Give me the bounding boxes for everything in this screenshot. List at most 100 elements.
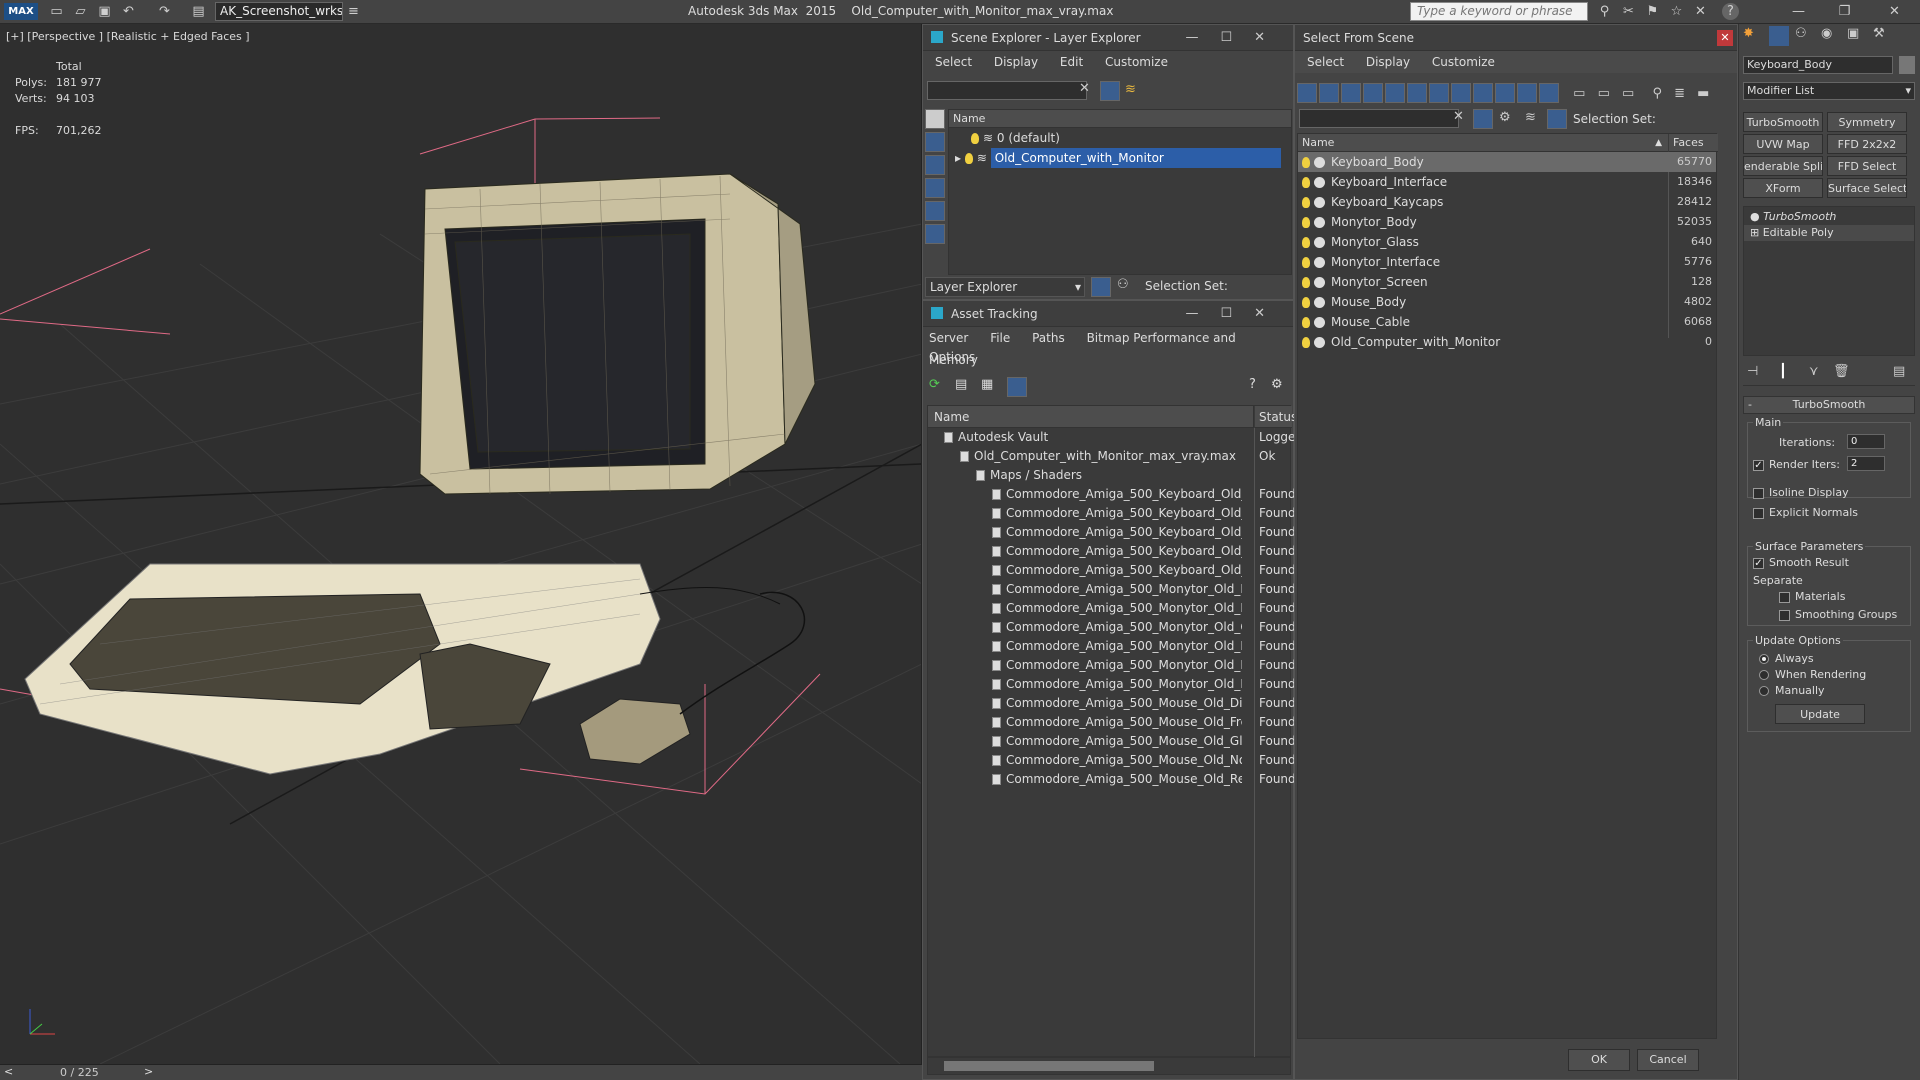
new-file-icon[interactable]: ▭ bbox=[48, 3, 65, 20]
spacewarps-filter-icon[interactable] bbox=[1407, 83, 1427, 103]
scrollbar-thumb[interactable] bbox=[944, 1061, 1154, 1071]
sort-by-layer-icon[interactable] bbox=[1091, 277, 1111, 297]
make-unique-icon[interactable]: ⋎ bbox=[1809, 364, 1819, 379]
layer-row[interactable]: ≋ 0 (default) bbox=[949, 128, 1291, 148]
manually-radio[interactable] bbox=[1759, 686, 1769, 696]
update-button[interactable]: Update bbox=[1775, 704, 1865, 724]
asset-horizontal-scrollbar[interactable] bbox=[927, 1057, 1291, 1075]
window-controls[interactable]: —☐✕ bbox=[1185, 301, 1287, 327]
smooth-result-checkbox[interactable]: ✓ bbox=[1753, 558, 1764, 569]
stack-item-editable-poly[interactable]: ⊞ Editable Poly bbox=[1744, 225, 1914, 241]
settings-icon[interactable]: ⚙ bbox=[1271, 377, 1283, 392]
utilities-tab-icon[interactable]: ⚒ bbox=[1873, 26, 1885, 41]
lightbulb-icon[interactable] bbox=[1302, 177, 1310, 188]
lightbulb-icon[interactable] bbox=[1302, 317, 1310, 328]
menu-paths[interactable]: Paths bbox=[1032, 331, 1065, 345]
table-view-icon[interactable] bbox=[1007, 377, 1027, 397]
help-icon[interactable]: ? bbox=[1249, 377, 1256, 392]
shapes-icon[interactable] bbox=[925, 132, 945, 152]
redo-icon[interactable]: ↷ bbox=[156, 3, 173, 20]
asset-row[interactable]: Commodore_Amiga_500_Monytor_Old_Fr... Fou… bbox=[928, 599, 1296, 618]
asset-row[interactable]: Commodore_Amiga_500_Monytor_Old_Gl... Fou… bbox=[928, 618, 1296, 637]
ok-button[interactable]: OK bbox=[1568, 1049, 1630, 1071]
lightbulb-icon[interactable] bbox=[1302, 157, 1310, 168]
help-icon[interactable]: ? bbox=[1722, 3, 1739, 20]
materials-checkbox[interactable] bbox=[1779, 592, 1790, 603]
render-iters-checkbox[interactable]: ✓ bbox=[1753, 460, 1764, 471]
xrefs-filter-icon[interactable] bbox=[1451, 83, 1471, 103]
asset-tracking-titlebar[interactable]: Asset Tracking —☐✕ bbox=[923, 301, 1293, 327]
scene-object-row[interactable]: Monytor_Screen 128 bbox=[1298, 272, 1716, 292]
close-tools-icon[interactable]: ✕ bbox=[1692, 3, 1709, 20]
scene-explorer-titlebar[interactable]: Scene Explorer - Layer Explorer —☐✕ bbox=[923, 25, 1293, 51]
tools-icon[interactable]: ✂ bbox=[1620, 3, 1637, 20]
close-icon[interactable]: ✕ bbox=[1717, 30, 1733, 46]
open-folder-icon[interactable]: ▱ bbox=[72, 3, 89, 20]
asset-row[interactable]: Commodore_Amiga_500_Keyboard_Old_G... Fou… bbox=[928, 523, 1296, 542]
workspace-dropdown[interactable]: AK_Screenshot_wrksp ▾ bbox=[215, 2, 343, 21]
motion-tab-icon[interactable]: ◉ bbox=[1821, 26, 1832, 41]
search-input[interactable]: Type a keyword or phrase bbox=[1410, 2, 1588, 21]
when-rendering-radio[interactable] bbox=[1759, 670, 1769, 680]
helpers-icon[interactable] bbox=[925, 201, 945, 221]
undo-icon[interactable]: ↶ bbox=[120, 3, 137, 20]
time-slider[interactable]: < 0 / 225 > bbox=[0, 1064, 922, 1080]
menu-server[interactable]: Server bbox=[929, 331, 968, 345]
display-tab-icon[interactable]: ▣ bbox=[1847, 26, 1859, 41]
prev-frame-button[interactable]: < bbox=[4, 1065, 13, 1078]
shapes-filter-icon[interactable] bbox=[1319, 83, 1339, 103]
sfs-name-header[interactable]: Name ▲ bbox=[1298, 134, 1668, 152]
select-invert-icon[interactable]: ▭ bbox=[1622, 86, 1634, 101]
binoculars-icon[interactable]: ⚲ bbox=[1596, 3, 1613, 20]
object-color-swatch[interactable] bbox=[1899, 56, 1915, 74]
next-frame-button[interactable]: > bbox=[144, 1065, 153, 1078]
asset-row[interactable]: Commodore_Amiga_500_Mouse_Old_Nor... Foun… bbox=[928, 751, 1296, 770]
cancel-button[interactable]: Cancel bbox=[1637, 1049, 1699, 1071]
asset-row[interactable]: Commodore_Amiga_500_Monytor_Old_Di... Fou… bbox=[928, 580, 1296, 599]
filter-icon[interactable] bbox=[1100, 81, 1120, 101]
asset-row[interactable]: Commodore_Amiga_500_Keyboard_Old_D... Fou… bbox=[928, 485, 1296, 504]
menu-select[interactable]: Select bbox=[935, 55, 972, 69]
lightbulb-icon[interactable] bbox=[971, 133, 979, 144]
helpers-filter-icon[interactable] bbox=[1385, 83, 1405, 103]
clear-search-icon[interactable]: ✕ bbox=[1079, 81, 1090, 96]
lightbulb-icon[interactable] bbox=[1302, 197, 1310, 208]
find-case-icon[interactable]: ⚙ bbox=[1499, 110, 1511, 125]
uvw-map-button[interactable]: UVW Map bbox=[1743, 134, 1823, 154]
pin-stack-icon[interactable]: ⊣ bbox=[1747, 364, 1758, 379]
explicit-normals-checkbox[interactable] bbox=[1753, 508, 1764, 519]
lights-filter-icon[interactable] bbox=[1341, 83, 1361, 103]
remove-modifier-icon[interactable]: 🗑 bbox=[1833, 364, 1850, 379]
restore-icon[interactable]: ❐ bbox=[1836, 3, 1853, 20]
asset-row[interactable]: Old_Computer_with_Monitor_max_vray.max Ok bbox=[928, 447, 1290, 466]
show-end-result-icon[interactable]: ┃ bbox=[1779, 364, 1787, 379]
layer-name-header[interactable]: Name bbox=[949, 110, 1291, 128]
frozen-filter-icon[interactable] bbox=[1517, 83, 1537, 103]
menu-select[interactable]: Select bbox=[1307, 55, 1344, 69]
window-controls[interactable]: —☐✕ bbox=[1185, 25, 1287, 51]
hierarchy-tab-icon[interactable]: ⚇ bbox=[1795, 26, 1807, 41]
scene-search-input[interactable] bbox=[927, 81, 1087, 100]
select-all-icon[interactable]: ▭ bbox=[1573, 86, 1585, 101]
configure-sets-icon[interactable]: ▤ bbox=[1893, 364, 1905, 379]
asset-row[interactable]: Commodore_Amiga_500_Keyboard_Old_F... Fou… bbox=[928, 504, 1296, 523]
scene-object-row[interactable]: Monytor_Interface 5776 bbox=[1298, 252, 1716, 272]
select-none-icon[interactable]: ▭ bbox=[1598, 86, 1610, 101]
cameras-filter-icon[interactable] bbox=[1363, 83, 1383, 103]
scene-object-row[interactable]: Old_Computer_with_Monitor 0 bbox=[1298, 332, 1716, 352]
asset-row[interactable]: Commodore_Amiga_500_Keyboard_Old_R... Fou… bbox=[928, 561, 1296, 580]
groups-filter-icon[interactable] bbox=[1429, 83, 1449, 103]
render-iters-spinner[interactable]: 2 bbox=[1847, 456, 1885, 471]
collapse-icon[interactable]: ▬ bbox=[1697, 86, 1709, 101]
max-logo-icon[interactable]: MAX bbox=[4, 3, 38, 20]
clear-search-icon[interactable]: ✕ bbox=[1453, 109, 1464, 124]
lights-icon[interactable] bbox=[925, 155, 945, 175]
asset-name-header[interactable]: Name bbox=[928, 406, 1254, 428]
scene-object-row[interactable]: Mouse_Body 4802 bbox=[1298, 292, 1716, 312]
filter-funnel-icon[interactable]: ⚲ bbox=[1652, 86, 1662, 101]
asset-row[interactable]: Maps / Shaders bbox=[928, 466, 1290, 485]
menu-options[interactable]: Options bbox=[929, 350, 975, 364]
asset-status-header[interactable]: Status bbox=[1255, 406, 1297, 428]
hidden-filter-icon[interactable] bbox=[1539, 83, 1559, 103]
refresh-icon[interactable]: ⟳ bbox=[929, 377, 940, 392]
